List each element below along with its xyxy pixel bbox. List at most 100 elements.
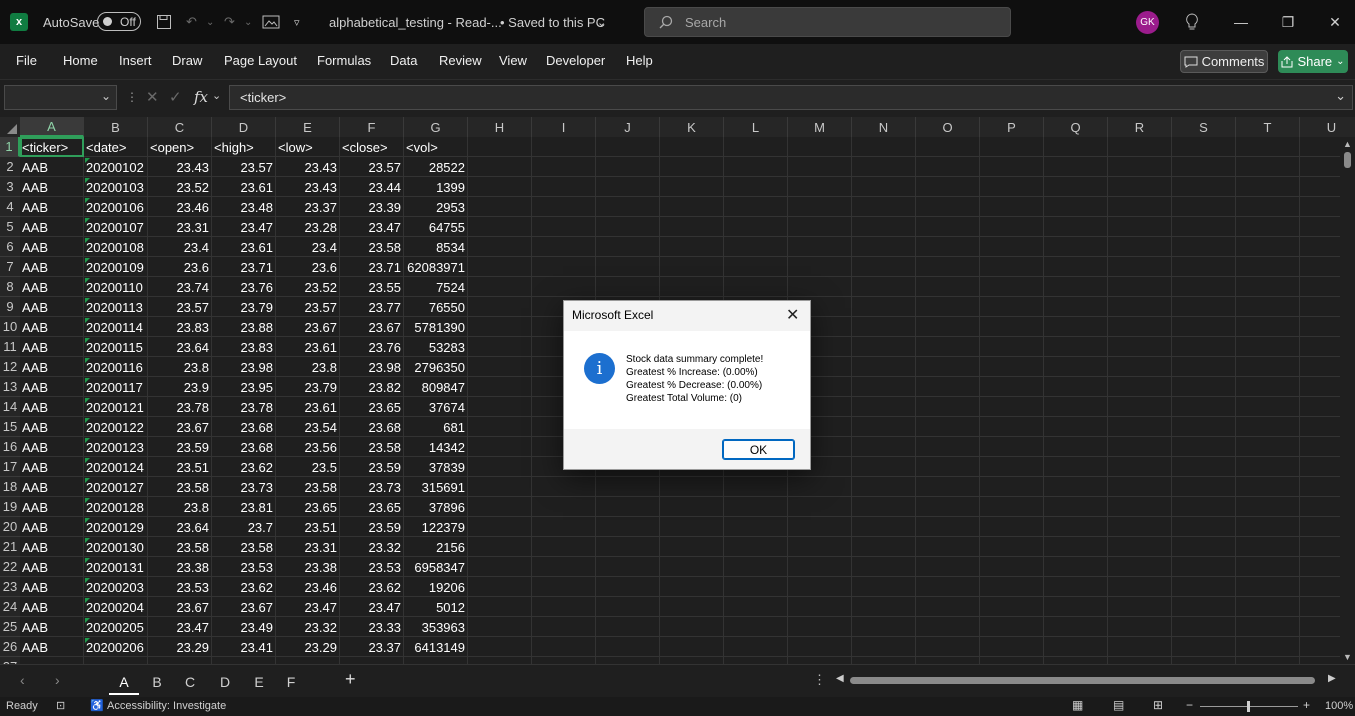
table-cell[interactable]: <close> bbox=[342, 137, 401, 157]
number-as-text-indicator-icon[interactable] bbox=[85, 418, 90, 423]
table-cell[interactable]: 5012 bbox=[406, 597, 465, 617]
row-header[interactable]: 23 bbox=[0, 577, 20, 597]
table-cell[interactable]: 23.61 bbox=[278, 337, 337, 357]
number-as-text-indicator-icon[interactable] bbox=[85, 158, 90, 163]
table-cell[interactable]: 23.47 bbox=[150, 617, 209, 637]
tab-data[interactable]: Data bbox=[390, 53, 417, 68]
sheet-tab-a[interactable]: A bbox=[109, 671, 139, 695]
chevron-down-icon[interactable]: ⌄ bbox=[597, 0, 606, 44]
table-cell[interactable]: AAB bbox=[22, 337, 81, 357]
column-header[interactable]: A bbox=[20, 117, 84, 137]
table-cell[interactable]: 23.53 bbox=[342, 557, 401, 577]
vertical-scrollbar[interactable]: ▲ ▼ bbox=[1340, 137, 1355, 664]
table-cell[interactable]: 23.51 bbox=[278, 517, 337, 537]
more-options-icon[interactable]: ⋮ bbox=[813, 672, 826, 688]
column-header[interactable]: P bbox=[980, 117, 1044, 137]
table-cell[interactable]: 23.49 bbox=[214, 617, 273, 637]
accessibility-icon[interactable]: ♿ bbox=[90, 699, 104, 712]
table-cell[interactable]: 23.68 bbox=[214, 437, 273, 457]
table-cell[interactable]: 23.76 bbox=[214, 277, 273, 297]
table-cell[interactable]: <date> bbox=[86, 137, 145, 157]
macro-recording-icon[interactable]: ⊡ bbox=[56, 699, 65, 712]
table-cell[interactable]: 53283 bbox=[406, 337, 465, 357]
table-cell[interactable]: 23.73 bbox=[342, 477, 401, 497]
table-cell[interactable]: 23.61 bbox=[214, 177, 273, 197]
table-cell[interactable]: 23.44 bbox=[342, 177, 401, 197]
table-cell[interactable]: 23.54 bbox=[278, 417, 337, 437]
redo-dropdown-icon[interactable]: ⌄ bbox=[244, 0, 252, 44]
table-cell[interactable]: 20200206 bbox=[86, 637, 145, 657]
table-cell[interactable]: 6413149 bbox=[406, 637, 465, 657]
table-cell[interactable]: 809847 bbox=[406, 377, 465, 397]
table-cell[interactable]: AAB bbox=[22, 157, 81, 177]
table-cell[interactable]: 23.56 bbox=[278, 437, 337, 457]
table-cell[interactable]: 23.29 bbox=[278, 637, 337, 657]
table-cell[interactable]: 20200122 bbox=[86, 417, 145, 437]
table-cell[interactable]: 23.8 bbox=[150, 357, 209, 377]
table-cell[interactable]: 23.61 bbox=[214, 237, 273, 257]
column-header[interactable]: D bbox=[212, 117, 276, 137]
number-as-text-indicator-icon[interactable] bbox=[85, 318, 90, 323]
cancel-entry-icon[interactable]: ✕ bbox=[146, 88, 159, 106]
table-cell[interactable]: AAB bbox=[22, 397, 81, 417]
table-cell[interactable]: 23.29 bbox=[150, 637, 209, 657]
table-cell[interactable]: 23.65 bbox=[278, 497, 337, 517]
number-as-text-indicator-icon[interactable] bbox=[85, 198, 90, 203]
share-button[interactable]: Share ⌄ bbox=[1278, 50, 1348, 73]
row-header[interactable]: 7 bbox=[0, 257, 20, 277]
table-cell[interactable]: 23.59 bbox=[342, 517, 401, 537]
table-cell[interactable]: 23.32 bbox=[342, 537, 401, 557]
sheet-tab-d[interactable]: D bbox=[210, 671, 240, 693]
tab-developer[interactable]: Developer bbox=[546, 53, 605, 68]
tab-page-layout[interactable]: Page Layout bbox=[224, 53, 297, 68]
table-cell[interactable]: 23.64 bbox=[150, 337, 209, 357]
table-cell[interactable]: 23.68 bbox=[342, 417, 401, 437]
table-cell[interactable]: 23.37 bbox=[342, 637, 401, 657]
number-as-text-indicator-icon[interactable] bbox=[85, 358, 90, 363]
scroll-left-icon[interactable]: ◀ bbox=[836, 673, 844, 684]
table-cell[interactable]: AAB bbox=[22, 417, 81, 437]
table-cell[interactable]: 2156 bbox=[406, 537, 465, 557]
table-cell[interactable]: 23.53 bbox=[150, 577, 209, 597]
table-cell[interactable]: 76550 bbox=[406, 297, 465, 317]
table-cell[interactable]: 1399 bbox=[406, 177, 465, 197]
restore-icon[interactable]: ❐ bbox=[1265, 0, 1311, 44]
table-cell[interactable]: 20200115 bbox=[86, 337, 145, 357]
table-cell[interactable]: 23.43 bbox=[278, 177, 337, 197]
table-cell[interactable]: 23.73 bbox=[214, 477, 273, 497]
table-cell[interactable]: <vol> bbox=[406, 137, 465, 157]
table-cell[interactable]: 23.47 bbox=[342, 597, 401, 617]
table-cell[interactable]: 23.58 bbox=[214, 537, 273, 557]
column-header[interactable]: S bbox=[1172, 117, 1236, 137]
row-header[interactable]: 10 bbox=[0, 317, 20, 337]
zoom-out-icon[interactable]: − bbox=[1186, 698, 1193, 712]
table-cell[interactable]: 23.5 bbox=[278, 457, 337, 477]
table-cell[interactable]: 23.31 bbox=[150, 217, 209, 237]
row-header[interactable]: 17 bbox=[0, 457, 20, 477]
table-cell[interactable]: AAB bbox=[22, 557, 81, 577]
table-cell[interactable]: AAB bbox=[22, 297, 81, 317]
table-cell[interactable]: 23.6 bbox=[278, 257, 337, 277]
table-cell[interactable]: 23.59 bbox=[150, 437, 209, 457]
table-cell[interactable]: AAB bbox=[22, 437, 81, 457]
accessibility-status[interactable]: Accessibility: Investigate bbox=[107, 700, 226, 712]
row-header[interactable]: 20 bbox=[0, 517, 20, 537]
table-cell[interactable]: 23.4 bbox=[278, 237, 337, 257]
table-cell[interactable]: 20200124 bbox=[86, 457, 145, 477]
column-header[interactable]: E bbox=[276, 117, 340, 137]
table-cell[interactable]: 23.65 bbox=[342, 497, 401, 517]
search-box[interactable]: Search bbox=[644, 7, 1011, 37]
row-header[interactable]: 26 bbox=[0, 637, 20, 657]
name-box[interactable]: ⌄ bbox=[4, 85, 117, 110]
sheet-tab-b[interactable]: B bbox=[142, 671, 172, 693]
table-cell[interactable]: 23.51 bbox=[150, 457, 209, 477]
minimize-icon[interactable]: — bbox=[1218, 0, 1264, 44]
table-cell[interactable]: 23.48 bbox=[214, 197, 273, 217]
table-cell[interactable]: 23.57 bbox=[150, 297, 209, 317]
table-cell[interactable]: 23.46 bbox=[150, 197, 209, 217]
table-cell[interactable]: 37839 bbox=[406, 457, 465, 477]
table-cell[interactable]: 23.28 bbox=[278, 217, 337, 237]
table-cell[interactable]: 23.41 bbox=[214, 637, 273, 657]
row-header[interactable]: 1 bbox=[0, 137, 20, 157]
table-cell[interactable]: AAB bbox=[22, 197, 81, 217]
